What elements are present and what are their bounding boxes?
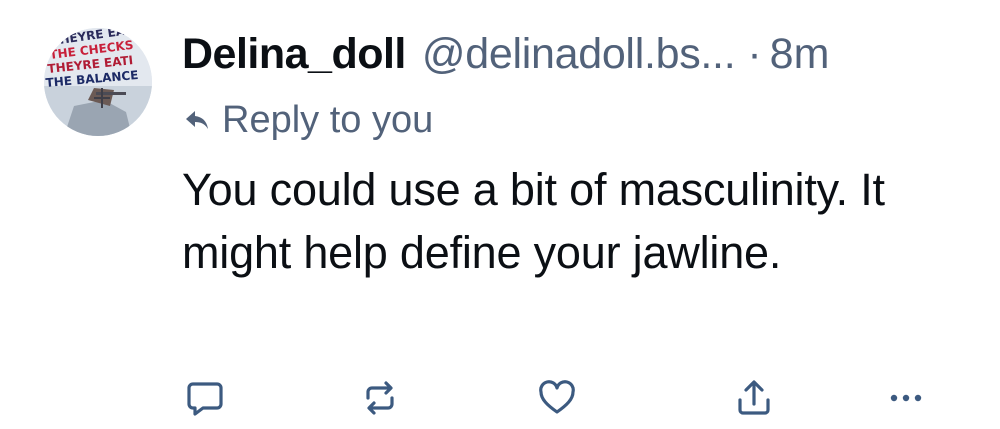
share-icon <box>738 380 770 415</box>
reply-label: Reply to you <box>222 98 434 141</box>
avatar[interactable]: THEYRE EAT THE CHECKS THEYRE EATI THE BA… <box>44 28 152 136</box>
like-button[interactable] <box>531 372 583 424</box>
heart-icon <box>539 380 575 414</box>
repost-icon <box>366 381 394 415</box>
separator-dot: · <box>747 30 762 78</box>
reply-arrow-icon <box>182 105 212 135</box>
avatar-image: THEYRE EAT THE CHECKS THEYRE EATI THE BA… <box>44 28 152 136</box>
repost-button[interactable] <box>354 372 406 424</box>
share-button[interactable] <box>728 372 780 424</box>
more-icon <box>890 394 922 402</box>
more-options-button[interactable] <box>880 372 932 424</box>
post[interactable]: THEYRE EAT THE CHECKS THEYRE EATI THE BA… <box>0 0 1000 429</box>
post-actions <box>0 372 1000 424</box>
post-text: You could use a bit of masculinity. It m… <box>182 164 885 278</box>
reply-indicator[interactable]: Reply to you <box>182 96 433 144</box>
comment-icon <box>187 382 223 416</box>
post-timestamp[interactable]: 8m <box>770 26 830 82</box>
author-handle[interactable]: @delinadoll.bs... <box>422 26 736 82</box>
post-header: Delina_doll @delinadoll.bs... · 8m <box>182 26 829 82</box>
reply-button[interactable] <box>179 372 231 424</box>
author-display-name[interactable]: Delina_doll <box>182 26 406 82</box>
